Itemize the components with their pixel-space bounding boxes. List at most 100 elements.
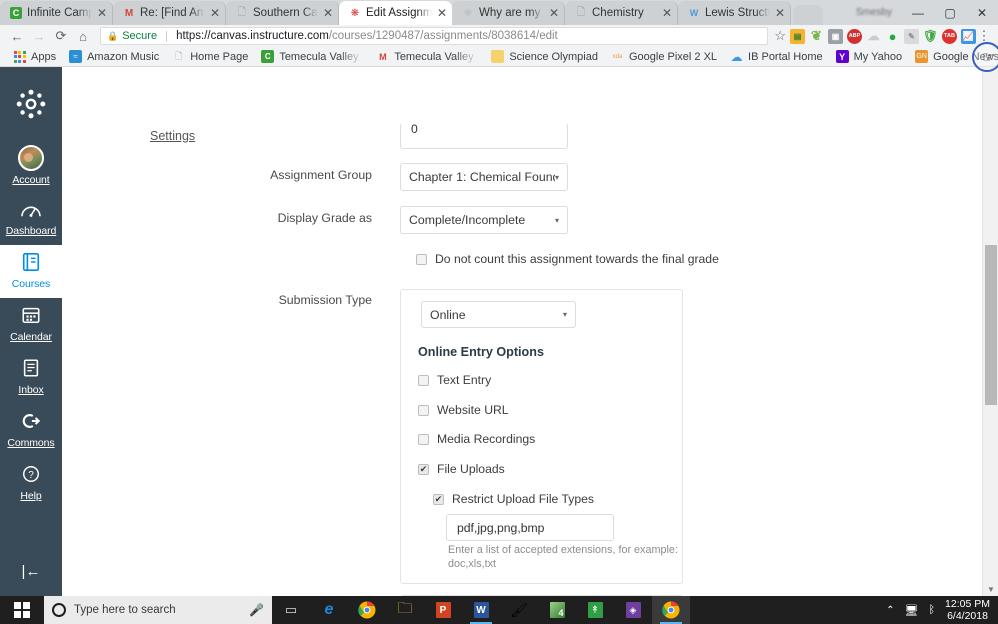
bookmark-science-olympiad[interactable]: Science Olympiad <box>486 49 603 64</box>
bookmark-temecula-gmail[interactable]: M Temecula Valley Unif <box>371 49 483 64</box>
browser-profile-name[interactable]: Smesby <box>846 7 902 18</box>
bookmark-apps[interactable]: Apps <box>8 49 61 64</box>
browser-tab-chemistry[interactable]: 🗋 Chemistry ✕ <box>565 1 678 25</box>
excel-icon[interactable]: 4 <box>538 596 576 624</box>
sidebar-item-dashboard[interactable]: Dashboard <box>0 194 62 245</box>
omit-from-final-grade-row[interactable]: Do not count this assignment towards the… <box>416 252 719 266</box>
option-website-url[interactable]: Website URL <box>418 403 509 417</box>
bookmark-amazon-music[interactable]: ≈ Amazon Music <box>64 49 164 64</box>
back-button[interactable]: ← <box>6 26 28 46</box>
chrome-browser-window: C Infinite Campus ✕ M Re: [Find Answers … <box>0 0 998 596</box>
text-entry-checkbox[interactable] <box>418 374 429 386</box>
chevron-down-icon: ▾ <box>554 172 559 182</box>
sidebar-item-calendar[interactable]: Calendar <box>0 298 62 351</box>
browser-tab-edit-assignment[interactable]: ❋ Edit Assignment ✕ <box>339 1 452 25</box>
paint-icon[interactable]: 🖌 <box>500 596 538 624</box>
browser-tab-lewis-structures[interactable]: W Lewis Structures - ✕ <box>678 1 791 25</box>
leaf-extension-icon[interactable]: ❦ <box>809 28 824 44</box>
adblock-extension-icon[interactable]: ABP <box>847 28 862 44</box>
tab-close-icon[interactable]: ✕ <box>662 7 673 19</box>
bookmark-ib-portal-home[interactable]: ☁ IB Portal Home <box>725 49 828 64</box>
file-uploads-checkbox[interactable] <box>418 463 429 475</box>
restrict-upload-file-types-checkbox[interactable] <box>433 493 444 505</box>
shield-extension-icon[interactable]: 🛡 <box>923 29 938 44</box>
browser-tab-gmail[interactable]: M Re: [Find Answers ✕ <box>113 1 226 25</box>
restrict-upload-file-types-row[interactable]: Restrict Upload File Types <box>433 492 594 506</box>
green-dot-extension-icon[interactable]: ● <box>885 29 900 44</box>
display-icon[interactable]: 🖥 <box>904 604 918 617</box>
tab-close-icon[interactable]: ✕ <box>775 7 786 19</box>
mouse-cursor-pointing-hand: ☞ <box>982 49 996 66</box>
green-app-icon[interactable]: ↟ <box>576 596 614 624</box>
tray-chevron-icon[interactable]: ⌃ <box>886 605 894 616</box>
bookmark-label: My Yahoo <box>853 50 903 63</box>
taskbar-clock[interactable]: 12:05 PM 6/4/2018 <box>945 598 990 622</box>
tab-close-icon[interactable]: ✕ <box>549 7 560 19</box>
tab-close-icon[interactable]: ✕ <box>437 7 448 19</box>
browser-tab-infinite-campus[interactable]: C Infinite Campus ✕ <box>0 1 113 25</box>
sidebar-item-inbox[interactable]: Inbox <box>0 351 62 404</box>
window-close-button[interactable]: ✕ <box>966 0 998 25</box>
omit-from-final-grade-checkbox[interactable] <box>416 253 427 265</box>
new-tab-button[interactable] <box>793 5 823 25</box>
option-file-uploads[interactable]: File Uploads <box>418 462 505 476</box>
bluetooth-icon[interactable]: ᛒ <box>928 604 935 616</box>
page-scrollbar[interactable]: ▼ <box>982 67 998 596</box>
option-text-entry[interactable]: Text Entry <box>418 373 491 387</box>
edge-icon[interactable]: e <box>310 596 348 624</box>
tab-close-icon[interactable]: ✕ <box>210 7 221 19</box>
window-minimize-button[interactable]: — <box>902 0 934 25</box>
chart-extension-icon[interactable]: 📈 <box>961 28 976 44</box>
w-favicon: W <box>689 8 699 18</box>
purple-app-icon[interactable]: ◈ <box>614 596 652 624</box>
address-bar[interactable]: 🔒 Secure https://canvas.instructure.com/… <box>100 27 769 45</box>
powerpoint-icon[interactable]: P <box>424 596 462 624</box>
campus-favicon: C <box>10 7 22 19</box>
bookmark-star-icon[interactable]: ☆ <box>774 28 786 44</box>
pencil-extension-icon[interactable]: ✎ <box>904 28 919 44</box>
tab-label: Re: [Find Answers <box>140 7 205 19</box>
chrome-icon[interactable] <box>348 596 386 624</box>
browser-tab-southern-california[interactable]: 🗋 Southern Californ ✕ <box>226 1 339 25</box>
bookmark-google-pixel-2-xl[interactable]: xda Google Pixel 2 XL <box>606 49 722 64</box>
submission-type-select[interactable]: Online ▾ <box>421 301 576 328</box>
display-grade-as-select[interactable]: Complete/Incomplete ▾ <box>400 206 568 234</box>
sidebar-item-courses[interactable]: Courses <box>0 245 62 298</box>
home-button[interactable]: ⌂ <box>72 26 94 46</box>
allowed-extensions-input[interactable]: pdf,jpg,png,bmp <box>446 514 614 541</box>
taskbar-search-box[interactable]: Type here to search 🎤 <box>44 596 272 624</box>
bookmark-my-yahoo[interactable]: Y My Yahoo <box>831 49 908 64</box>
robot-extension-icon[interactable]: ▣ <box>828 28 843 44</box>
task-view-icon[interactable]: ▭ <box>272 596 310 624</box>
sidebar-item-account[interactable]: Account <box>0 138 62 194</box>
tab-close-icon[interactable]: ✕ <box>323 7 334 19</box>
browser-tab-why-are-my-submissions[interactable]: ❋ Why are my subm ✕ <box>452 1 565 25</box>
points-field[interactable]: 0 <box>400 123 568 149</box>
canvas-logo[interactable] <box>14 87 48 124</box>
forward-button[interactable]: → <box>28 26 50 46</box>
profile-extension-icon[interactable]: ▤ <box>790 28 805 44</box>
website-url-checkbox[interactable] <box>418 404 429 416</box>
word-icon[interactable]: W <box>462 596 500 624</box>
cloud-extension-icon[interactable]: ☁ <box>866 29 881 44</box>
tab-settings[interactable]: Settings <box>150 129 195 143</box>
bookmark-temecula-campus[interactable]: C Temecula Valley Unif <box>256 49 368 64</box>
sidebar-item-help[interactable]: ? Help <box>0 457 62 510</box>
chrome-active-icon[interactable] <box>652 596 690 624</box>
tab-close-icon[interactable]: ✕ <box>97 7 108 19</box>
scrollbar-down-arrow[interactable]: ▼ <box>983 585 998 594</box>
sidebar-item-label: Calendar <box>10 331 52 343</box>
media-recordings-checkbox[interactable] <box>418 433 429 445</box>
reload-button[interactable]: ⟳ <box>50 26 72 46</box>
scrollbar-thumb[interactable] <box>985 245 997 405</box>
sidebar-item-commons[interactable]: Commons <box>0 404 62 457</box>
collapse-nav-button[interactable]: |← <box>0 563 62 580</box>
microphone-icon[interactable]: 🎤 <box>249 603 264 617</box>
window-maximize-button[interactable]: ▢ <box>934 0 966 25</box>
file-explorer-icon[interactable]: 🗀 <box>386 596 424 624</box>
option-media-recordings[interactable]: Media Recordings <box>418 432 535 446</box>
assignment-group-select[interactable]: Chapter 1: Chemical Foundat ▾ <box>400 163 568 191</box>
tab-extension-icon[interactable]: TAB <box>942 28 957 44</box>
bookmark-home-page[interactable]: 🗋 Home Page <box>167 49 253 64</box>
start-button[interactable] <box>0 596 44 624</box>
